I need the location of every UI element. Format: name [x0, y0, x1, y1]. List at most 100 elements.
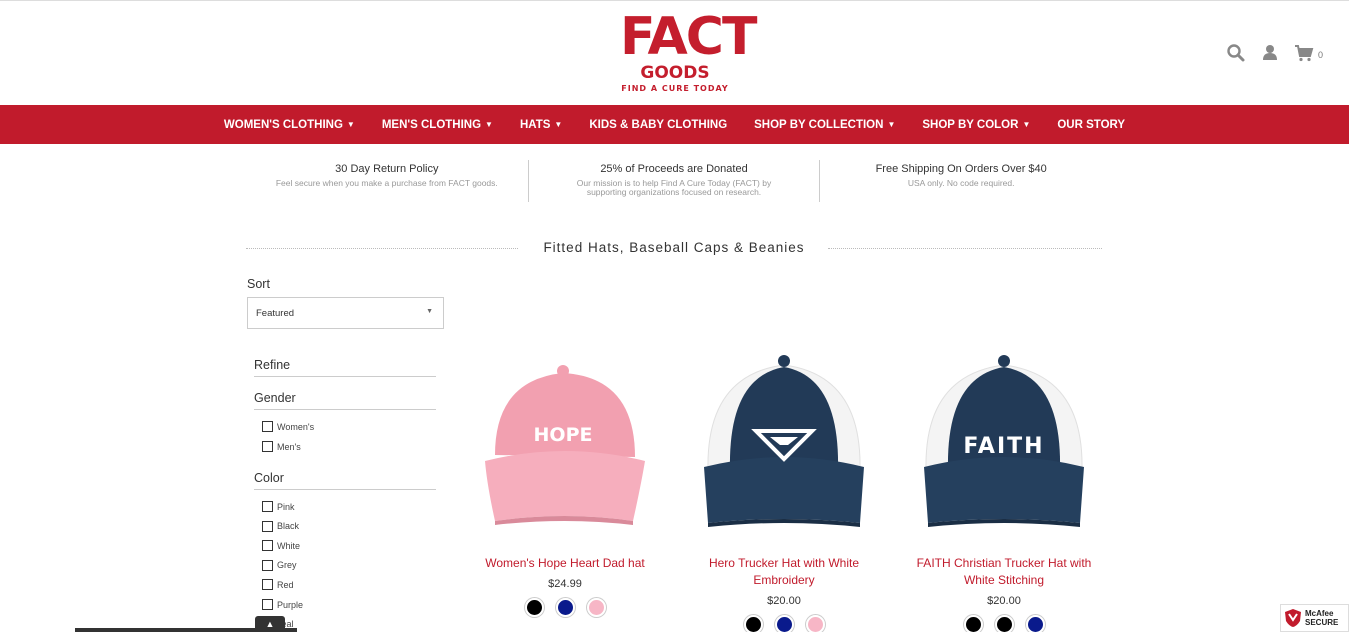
fact-goods-logo[interactable]: FACT GOODS FIND A CURE TODAY [620, 7, 757, 97]
refine-heading: Refine [254, 358, 436, 377]
filter-option-label: Red [277, 579, 294, 590]
product-name[interactable]: FAITH Christian Trucker Hat with White S… [904, 555, 1104, 589]
checkbox[interactable] [262, 520, 273, 532]
sort-selected-value: Featured [256, 308, 295, 319]
checkbox[interactable] [262, 421, 273, 432]
color-swatch[interactable] [774, 615, 794, 632]
filter-option-label: Purple [277, 599, 304, 610]
info-title: 30 Day Return Policy [335, 163, 439, 175]
color-swatch[interactable] [963, 615, 983, 632]
nav-item[interactable]: SHOP BY COLLECTION ▼ [741, 119, 909, 131]
caret-down-icon: ▼ [554, 120, 563, 129]
cart-count: 0 [1317, 50, 1323, 60]
caret-down-icon: ▼ [887, 120, 896, 129]
caret-down-icon: ▼ [485, 120, 493, 129]
nav-item[interactable]: WOMEN'S CLOTHING ▼ [210, 119, 368, 131]
filter-option[interactable]: Men's [262, 441, 301, 452]
info-title: Free Shipping On Orders Over $40 [875, 163, 1047, 175]
filter-option-label: Men's [277, 441, 301, 452]
main-nav: WOMEN'S CLOTHING ▼ MEN'S CLOTHING ▼ HATS ▼ KID… [0, 105, 1349, 144]
nav-item[interactable]: SHOP BY COLOR ▼ [909, 119, 1044, 131]
info-donation: 25% of Proceeds are Donated Our mission … [529, 160, 820, 202]
secure-label: SECURE [1305, 618, 1339, 627]
info-subtitle: Our mission is to help Find A Cure Today… [576, 178, 772, 197]
site-header: FACT GOODS FIND A CURE TODAY 0 [0, 0, 1349, 105]
checkbox[interactable] [262, 441, 273, 452]
product-price: $24.99 [548, 578, 582, 590]
nav-list: WOMEN'S CLOTHING ▼ MEN'S CLOTHING ▼ HATS ▼ KID… [0, 105, 1349, 144]
filter-option[interactable]: Black [262, 520, 300, 532]
cart-icon[interactable] [1294, 43, 1314, 63]
logo-sub-text: GOODS [640, 63, 710, 83]
nav-item-label: OUR STORY [1057, 118, 1126, 131]
filter-option-label: Women's [277, 421, 315, 432]
sort-select[interactable]: Featured ▼ [247, 297, 444, 329]
filter-option-label: Black [277, 521, 300, 532]
product-name[interactable]: Women's Hope Heart Dad hat [465, 555, 665, 572]
mcafee-secure-badge[interactable]: McAfee SECURE [1280, 604, 1349, 632]
filter-option-label: Grey [277, 560, 297, 571]
info-free-shipping: Free Shipping On Orders Over $40 USA onl… [820, 160, 1102, 202]
header-icons: 0 [1226, 43, 1323, 63]
product-price: $20.00 [987, 595, 1021, 607]
color-swatch[interactable] [555, 598, 575, 617]
color-heading: Color [254, 471, 436, 490]
info-title: 25% of Proceeds are Donated [600, 163, 748, 175]
nav-item-label: SHOP BY COLOR [922, 118, 1019, 131]
cap-text: FAITH [963, 434, 1044, 459]
color-swatch[interactable] [805, 615, 825, 632]
checkbox[interactable] [262, 579, 273, 591]
product-name[interactable]: Hero Trucker Hat with White Embroidery [684, 555, 884, 589]
color-swatches [465, 598, 665, 617]
collection-title: Fitted Hats, Baseball Caps & Beanies [533, 240, 815, 255]
cap-text: HOPE [534, 424, 593, 446]
nav-item-label: WOMEN'S CLOTHING [223, 118, 343, 131]
caret-down-icon: ▼ [1022, 120, 1031, 129]
product-card[interactable]: FAITH FAITH Christian Trucker Hat with W… [904, 345, 1104, 632]
color-swatch[interactable] [1025, 615, 1045, 632]
color-swatch[interactable] [743, 615, 763, 632]
filter-option[interactable]: Purple [262, 599, 303, 610]
color-swatch[interactable] [524, 598, 544, 617]
search-icon[interactable] [1226, 43, 1246, 63]
filter-option[interactable]: Women's [262, 421, 314, 432]
gender-heading: Gender [254, 391, 436, 410]
logo-tagline: FIND A CURE TODAY [621, 84, 729, 93]
sort-label: Sort [247, 277, 270, 291]
checkbox[interactable] [262, 501, 273, 512]
checkbox[interactable] [262, 559, 273, 571]
filter-option-label: White [277, 540, 301, 551]
info-strip: 30 Day Return Policy Feel secure when yo… [246, 160, 1102, 202]
color-swatches [684, 615, 884, 632]
filter-option[interactable]: Pink [262, 501, 295, 512]
chevron-up-icon[interactable]: ▲ [255, 616, 285, 632]
collection-heading: Fitted Hats, Baseball Caps & Beanies [246, 240, 1102, 258]
color-swatch[interactable] [586, 598, 606, 617]
info-subtitle: Feel secure when you make a purchase fro… [275, 178, 498, 188]
product-card[interactable]: HOPE Women's Hope Heart Dad hat $24.99 [465, 345, 665, 617]
nav-item-label: HATS [519, 118, 551, 131]
checkbox[interactable] [262, 540, 273, 552]
caret-down-icon: ▼ [346, 120, 355, 129]
nav-item[interactable]: MEN'S CLOTHING ▼ [368, 119, 506, 131]
product-image[interactable]: HOPE [465, 345, 665, 545]
dropdown-arrow-icon: ▼ [426, 308, 433, 315]
nav-item-label: KIDS & BABY CLOTHING [589, 118, 728, 131]
filter-option[interactable]: Grey [262, 559, 297, 571]
logo-main-text: FACT [620, 7, 757, 67]
nav-item-label: SHOP BY COLLECTION [754, 118, 884, 131]
product-image[interactable]: FAITH [904, 345, 1104, 545]
nav-item[interactable]: KIDS & BABY CLOTHING [576, 119, 741, 131]
nav-item[interactable]: HATS ▼ [506, 119, 575, 131]
info-subtitle: USA only. No code required. [907, 178, 1015, 188]
nav-item[interactable]: OUR STORY [1044, 119, 1139, 131]
info-return-policy: 30 Day Return Policy Feel secure when yo… [246, 160, 528, 202]
checkbox[interactable] [262, 599, 273, 610]
nav-item-label: MEN'S CLOTHING [381, 118, 482, 131]
product-card[interactable]: Hero Trucker Hat with White Embroidery $… [684, 345, 884, 632]
color-swatch[interactable] [994, 615, 1014, 632]
filter-option[interactable]: Red [262, 579, 294, 591]
filter-option[interactable]: White [262, 540, 301, 552]
product-image[interactable] [684, 345, 884, 545]
account-icon[interactable] [1260, 43, 1280, 63]
